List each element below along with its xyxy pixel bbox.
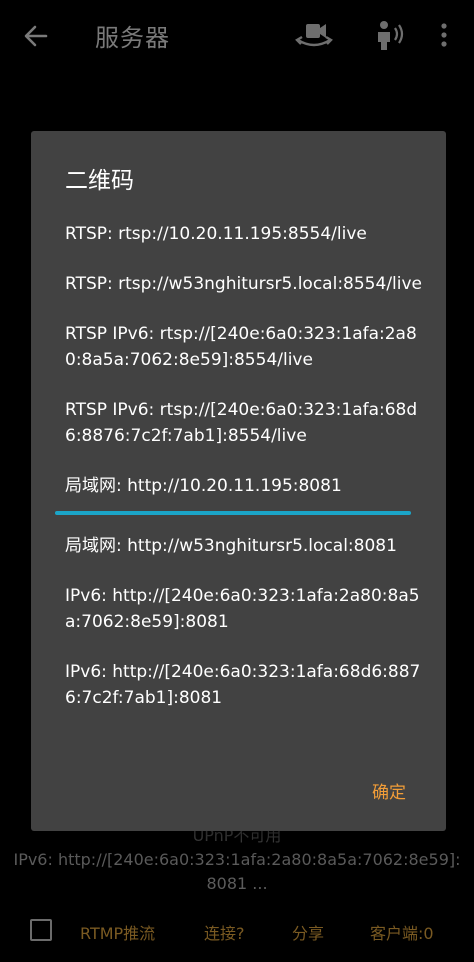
ok-button[interactable]: 确定: [372, 778, 406, 803]
address-item-rtsp-ipv6-1[interactable]: RTSP IPv6: rtsp://[240e:6a0:323:1afa:2a8…: [65, 321, 425, 373]
address-item-http-local[interactable]: 局域网: http://w53nghitursr5.local:8081: [65, 533, 425, 559]
address-item-rtsp-lan[interactable]: RTSP: rtsp://10.20.11.195:8554/live: [65, 221, 425, 247]
address-item-http-lan[interactable]: 局域网: http://10.20.11.195:8081: [65, 473, 425, 499]
selection-indicator: [55, 511, 411, 515]
qr-code-dialog: 二维码 RTSP: rtsp://10.20.11.195:8554/live …: [31, 131, 446, 831]
address-item-rtsp-ipv6-2[interactable]: RTSP IPv6: rtsp://[240e:6a0:323:1afa:68d…: [65, 397, 425, 449]
address-list: RTSP: rtsp://10.20.11.195:8554/live RTSP…: [55, 221, 425, 735]
dialog-title: 二维码: [65, 168, 134, 194]
address-item-http-ipv6-2[interactable]: IPv6: http://[240e:6a0:323:1afa:68d6:887…: [65, 659, 425, 711]
address-item-http-ipv6-1[interactable]: IPv6: http://[240e:6a0:323:1afa:2a80:8a5…: [65, 583, 425, 635]
address-item-rtsp-local[interactable]: RTSP: rtsp://w53nghitursr5.local:8554/li…: [65, 271, 425, 297]
